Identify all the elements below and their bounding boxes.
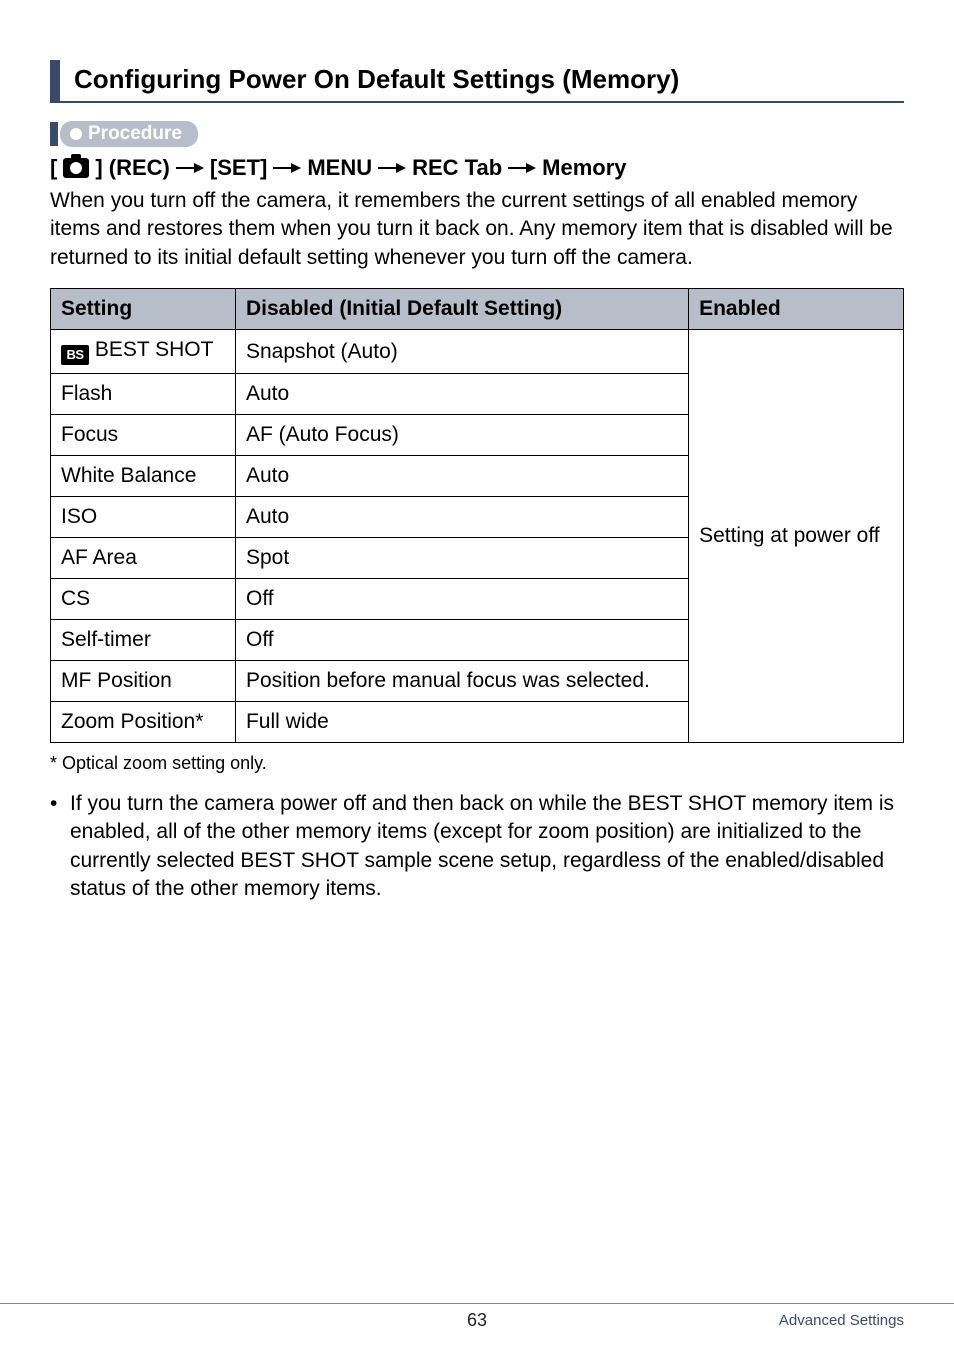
procedure-label-text: Procedure	[88, 123, 182, 145]
cell-disabled: Full wide	[235, 702, 688, 743]
cell-disabled: Off	[235, 579, 688, 620]
cell-setting: CS	[51, 579, 236, 620]
cell-disabled: Auto	[235, 374, 688, 415]
footnote-marker: *	[50, 753, 57, 773]
cell-setting: BS BEST SHOT	[51, 330, 236, 374]
footnote: * Optical zoom setting only.	[50, 753, 904, 774]
table-row: BS BEST SHOT Snapshot (Auto) Setting at …	[51, 330, 904, 374]
camera-icon	[63, 158, 89, 178]
cell-setting: Zoom Position*	[51, 702, 236, 743]
cell-setting: White Balance	[51, 456, 236, 497]
arrow-icon	[508, 161, 536, 175]
bullet-paragraph: • If you turn the camera power off and t…	[50, 790, 904, 903]
procedure-bullet-icon	[70, 128, 82, 140]
intro-paragraph: When you turn off the camera, it remembe…	[50, 187, 904, 272]
cell-disabled: Position before manual focus was selecte…	[235, 661, 688, 702]
heading-accent-bar	[50, 60, 60, 101]
cell-disabled: Spot	[235, 538, 688, 579]
bs-icon: BS	[61, 345, 89, 365]
footer-section-label: Advanced Settings	[779, 1312, 904, 1329]
cell-disabled: Auto	[235, 456, 688, 497]
bullet-text: If you turn the camera power off and the…	[70, 790, 904, 903]
cell-setting: Flash	[51, 374, 236, 415]
cell-setting: ISO	[51, 497, 236, 538]
path-rec-tab: REC Tab	[412, 155, 502, 181]
bullet-dot: •	[50, 790, 70, 903]
heading-title: Configuring Power On Default Settings (M…	[74, 60, 679, 101]
section-heading: Configuring Power On Default Settings (M…	[50, 60, 904, 103]
arrow-icon	[273, 161, 301, 175]
path-rec-close: ] (REC)	[95, 155, 170, 181]
path-memory: Memory	[542, 155, 626, 181]
page-footer: 63 Advanced Settings	[0, 1303, 954, 1331]
cell-setting: Focus	[51, 415, 236, 456]
cell-setting-text: BEST SHOT	[89, 338, 213, 361]
cell-setting: AF Area	[51, 538, 236, 579]
th-setting: Setting	[51, 289, 236, 330]
footnote-text: Optical zoom setting only.	[62, 753, 267, 773]
path-set: [SET]	[210, 155, 267, 181]
cell-disabled: Snapshot (Auto)	[235, 330, 688, 374]
arrow-icon	[176, 161, 204, 175]
cell-disabled: Off	[235, 620, 688, 661]
procedure-path: [ ] (REC) [SET] MENU REC Tab Memory	[50, 155, 904, 181]
th-enabled: Enabled	[689, 289, 904, 330]
settings-table: Setting Disabled (Initial Default Settin…	[50, 288, 904, 743]
procedure-tick	[50, 122, 58, 146]
th-disabled: Disabled (Initial Default Setting)	[235, 289, 688, 330]
cell-enabled: Setting at power off	[689, 330, 904, 743]
cell-disabled: Auto	[235, 497, 688, 538]
arrow-icon	[378, 161, 406, 175]
cell-setting: Self-timer	[51, 620, 236, 661]
path-menu: MENU	[307, 155, 372, 181]
path-rec-open: [	[50, 155, 57, 181]
table-header-row: Setting Disabled (Initial Default Settin…	[51, 289, 904, 330]
procedure-badge-row: Procedure	[50, 121, 904, 147]
cell-setting: MF Position	[51, 661, 236, 702]
procedure-label: Procedure	[60, 121, 198, 147]
cell-disabled: AF (Auto Focus)	[235, 415, 688, 456]
